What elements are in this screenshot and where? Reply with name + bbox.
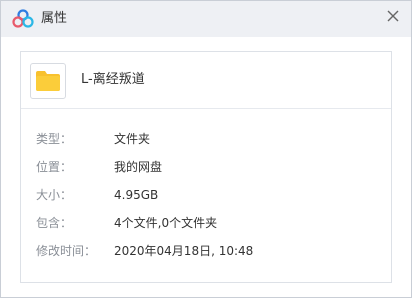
property-label: 类型： — [36, 132, 73, 146]
folder-icon — [36, 71, 60, 91]
property-row-location: 位置： 我的网盘 — [21, 158, 391, 178]
property-label: 包含： — [36, 216, 73, 230]
property-label: 大小： — [36, 188, 73, 202]
properties-dialog: 属性 L-离经叛道 类型： 文件夹 位置： 我的网盘 大小： 4.95GB 包含… — [0, 0, 412, 298]
property-value: 4.95GB — [114, 188, 159, 202]
properties-panel: L-离经叛道 类型： 文件夹 位置： 我的网盘 大小： 4.95GB 包含： 4… — [20, 51, 392, 283]
title-bar: 属性 — [1, 1, 411, 37]
file-header: L-离经叛道 — [21, 52, 391, 109]
baidu-netdisk-logo-icon — [12, 9, 34, 29]
property-value: 2020年04月18日, 10:48 — [114, 244, 254, 258]
property-row-type: 类型： 文件夹 — [21, 130, 391, 150]
property-value: 4个文件,0个文件夹 — [114, 216, 218, 230]
property-row-contains: 包含： 4个文件,0个文件夹 — [21, 214, 391, 234]
property-label: 修改时间： — [36, 244, 97, 258]
property-label: 位置： — [36, 160, 73, 174]
property-row-size: 大小： 4.95GB — [21, 186, 391, 206]
property-value: 文件夹 — [114, 132, 151, 146]
property-row-modified: 修改时间： 2020年04月18日, 10:48 — [21, 242, 391, 262]
file-name: L-离经叛道 — [81, 72, 145, 87]
close-icon — [384, 10, 402, 29]
dialog-title: 属性 — [41, 11, 68, 26]
property-value: 我的网盘 — [114, 160, 163, 174]
close-button[interactable] — [384, 7, 402, 25]
file-icon-frame — [30, 63, 66, 99]
